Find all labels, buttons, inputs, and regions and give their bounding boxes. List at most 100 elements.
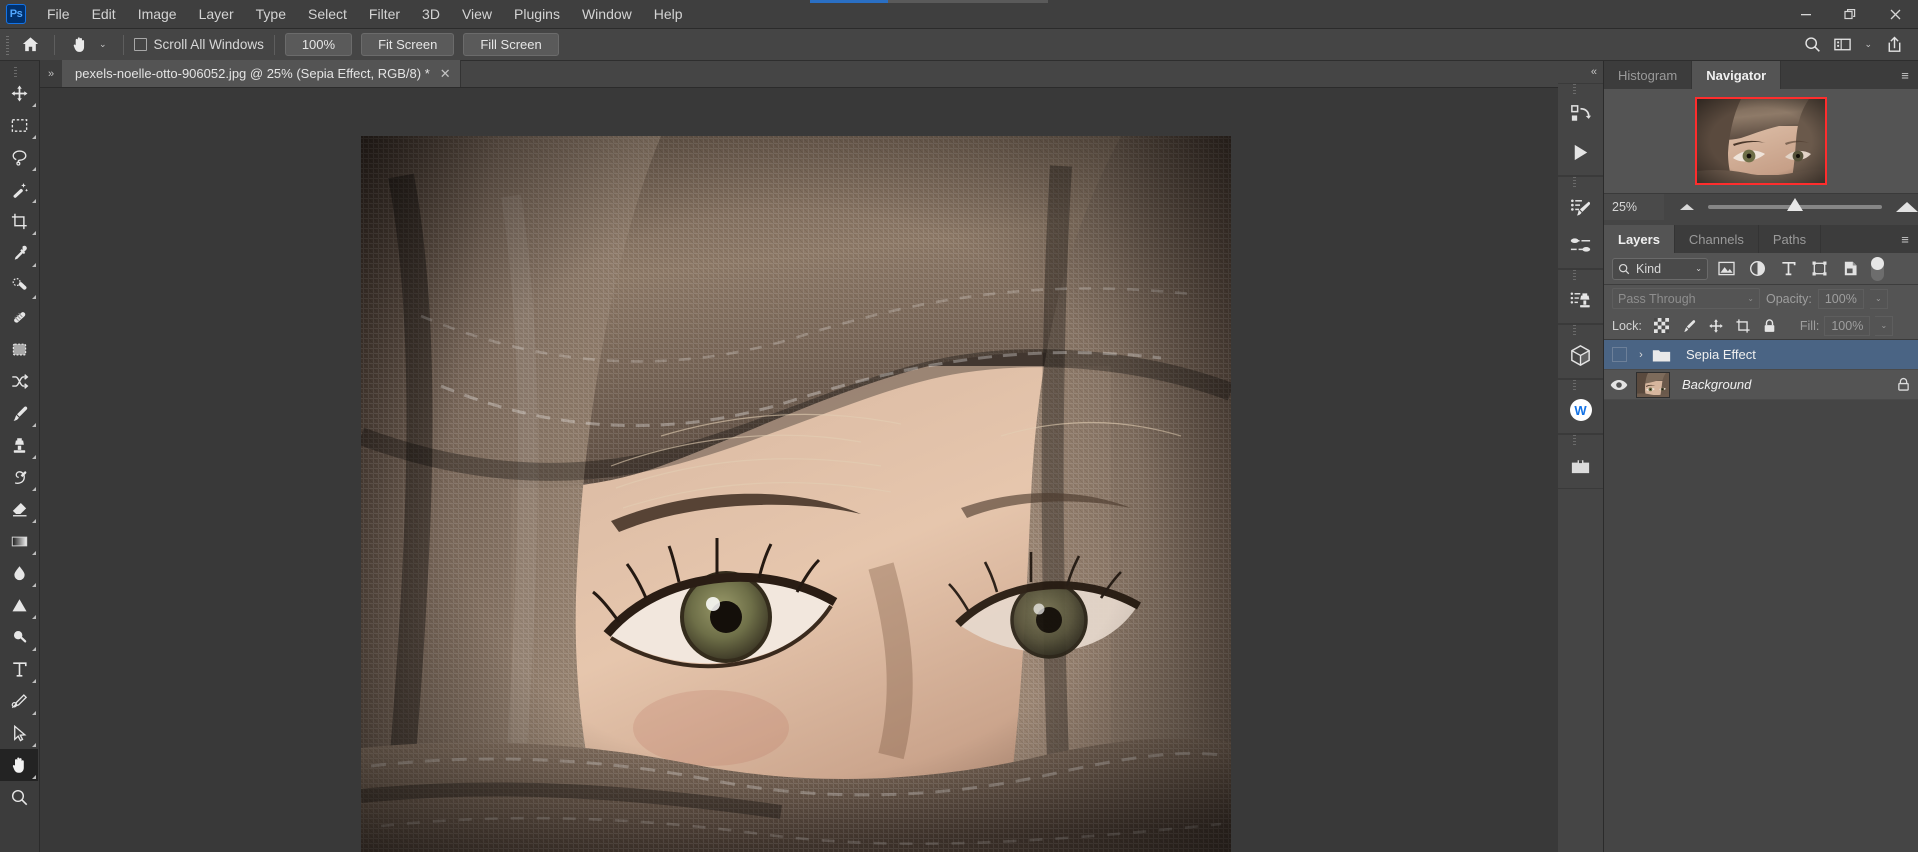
menu-item-window[interactable]: Window [571,0,643,29]
path-selection-tool[interactable] [0,717,38,749]
workspace-chevron-icon[interactable]: ⌄ [1858,39,1878,50]
crop-tool[interactable] [0,205,38,237]
tab-paths[interactable]: Paths [1758,225,1822,253]
dock-collapse-icon[interactable]: « [1558,61,1603,83]
marquee-tool-flyout-indicator[interactable] [32,135,36,139]
tab-histogram[interactable]: Histogram [1604,61,1693,89]
pen-tool[interactable] [0,685,38,717]
magic-wand-tool[interactable] [0,173,38,205]
zoom-100-button[interactable]: 100% [284,33,353,56]
group-disclosure-icon[interactable]: › [1634,349,1648,361]
table-row[interactable]: › Sepia Effect [1604,340,1918,370]
layer-thumbnail[interactable] [1636,371,1670,398]
layer-visibility-toggle[interactable] [1604,370,1634,400]
layers-panel-menu-icon[interactable]: ≡ [1892,225,1918,253]
menu-item-file[interactable]: File [36,0,81,29]
shuffle-tool[interactable] [0,365,38,397]
search-icon[interactable] [1798,32,1826,58]
type-tool[interactable] [0,653,38,685]
layer-filter-kind-select[interactable]: Kind ⌄ [1612,257,1708,280]
pen-tool-flyout-indicator[interactable] [32,711,36,715]
dock-group-grip-3[interactable] [1558,270,1603,281]
blend-mode-chevron-icon[interactable]: ⌄ [1747,294,1754,303]
menu-item-filter[interactable]: Filter [358,0,411,29]
fill-chevron-icon[interactable]: ⌄ [1875,315,1894,336]
clone-stamp-tool-flyout-indicator[interactable] [32,455,36,459]
brush-tool-flyout-indicator[interactable] [32,423,36,427]
blend-mode-select[interactable]: Pass Through ⌄ [1612,288,1760,309]
menu-item-type[interactable]: Type [245,0,297,29]
tool-preset-chevron-icon[interactable]: ⌄ [93,39,113,50]
navigator-zoom-value[interactable]: 25% [1604,193,1664,220]
dock-group-grip-1[interactable] [1558,84,1603,95]
scroll-all-windows-option[interactable]: Scroll All Windows [133,37,264,52]
content-aware-move-tool[interactable] [0,333,38,365]
burn-tool[interactable] [0,621,38,653]
zoom-in-icon[interactable] [1896,201,1918,212]
layer-name[interactable]: Sepia Effect [1674,347,1888,362]
history-panel-icon[interactable] [1558,95,1603,133]
lock-transparent-pixels-icon[interactable] [1651,315,1673,337]
history-brush-tool-flyout-indicator[interactable] [32,487,36,491]
eraser-tool[interactable] [0,493,38,525]
libraries-panel-icon[interactable] [1558,446,1603,484]
dock-group-grip-4[interactable] [1558,325,1603,336]
navigator-zoom-slider-knob[interactable] [1787,197,1803,211]
menu-item-plugins[interactable]: Plugins [503,0,571,29]
clone-stamp-tool[interactable] [0,429,38,461]
filter-type-layers-icon[interactable] [1776,257,1801,281]
lock-all-icon[interactable] [1759,315,1781,337]
path-selection-tool-flyout-indicator[interactable] [32,743,36,747]
filter-adjustment-layers-icon[interactable] [1745,257,1770,281]
brushes-panel-icon[interactable] [1558,226,1603,264]
share-icon[interactable] [1880,32,1908,58]
scroll-all-windows-checkbox[interactable] [133,38,147,51]
layer-name[interactable]: Background [1670,377,1888,392]
lock-image-pixels-icon[interactable] [1678,315,1700,337]
tab-channels[interactable]: Channels [1674,225,1759,253]
patch-tool[interactable] [0,301,38,333]
menu-item-edit[interactable]: Edit [81,0,127,29]
navigator-panel-menu-icon[interactable]: ≡ [1892,61,1918,89]
brush-settings-panel-icon[interactable] [1558,188,1603,226]
navigator-view-box[interactable] [1695,97,1827,185]
type-tool-flyout-indicator[interactable] [32,679,36,683]
burn-tool-flyout-indicator[interactable] [32,647,36,651]
menu-item-3d[interactable]: 3D [411,0,451,29]
filter-pixel-layers-icon[interactable] [1714,257,1739,281]
menu-item-help[interactable]: Help [643,0,694,29]
crop-tool-flyout-indicator[interactable] [32,231,36,235]
lasso-tool[interactable] [0,141,38,173]
eyedropper-tool[interactable] [0,237,38,269]
tab-navigator[interactable]: Navigator [1692,61,1782,89]
table-row[interactable]: Background [1604,370,1918,400]
eyedropper-tool-flyout-indicator[interactable] [32,263,36,267]
move-tool[interactable] [0,77,38,109]
zoom-out-icon[interactable] [1680,203,1694,210]
document-tab-close-icon[interactable]: ✕ [440,66,451,82]
spot-healing-brush-tool[interactable] [0,269,38,301]
move-tool-flyout-indicator[interactable] [32,103,36,107]
restore-button[interactable] [1828,0,1873,29]
dock-group-grip-6[interactable] [1558,435,1603,446]
menu-item-view[interactable]: View [451,0,503,29]
brush-tool[interactable] [0,397,38,429]
spot-healing-tool-flyout-indicator[interactable] [32,295,36,299]
canvas-area[interactable] [40,88,1558,852]
filter-smart-object-layers-icon[interactable] [1838,257,1863,281]
3d-panel-icon[interactable] [1558,336,1603,374]
minimize-button[interactable] [1783,0,1828,29]
options-bar-grip[interactable] [3,33,12,56]
gradient-tool[interactable] [0,525,38,557]
navigator-preview-area[interactable] [1604,89,1918,193]
fill-screen-button[interactable]: Fill Screen [463,33,559,56]
workspace-icon[interactable] [1828,32,1856,58]
dodge-tool[interactable] [0,589,38,621]
filter-shape-layers-icon[interactable] [1807,257,1832,281]
lasso-tool-flyout-indicator[interactable] [32,167,36,171]
tab-layers[interactable]: Layers [1604,225,1675,253]
dock-group-grip-2[interactable] [1558,177,1603,188]
opacity-value[interactable]: 100% [1817,288,1864,309]
hand-tool-icon[interactable] [65,32,93,58]
blur-tool-flyout-indicator[interactable] [32,583,36,587]
